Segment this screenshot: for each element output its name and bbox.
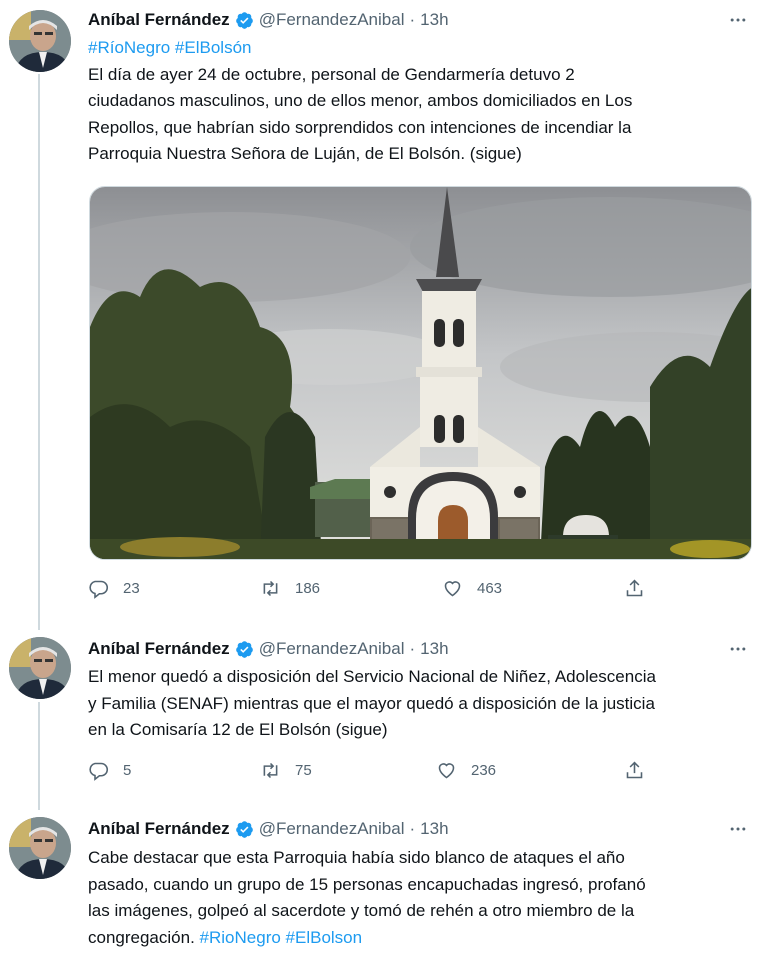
like-button[interactable]: 463	[442, 578, 502, 599]
reply-icon	[89, 762, 109, 781]
hashtag-link[interactable]: #RíoNegro #ElBolsón	[88, 35, 738, 62]
share-button[interactable]	[624, 578, 659, 599]
more-options-icon[interactable]	[724, 637, 752, 661]
separator-dot: ·	[409, 819, 416, 838]
text-line: ciudadanos masculinos, uno de ellos meno…	[88, 91, 633, 110]
separator-dot: ·	[409, 639, 416, 658]
retweet-button[interactable]: 75	[260, 760, 312, 781]
like-button[interactable]: 236	[436, 760, 496, 781]
reply-button[interactable]: 5	[88, 760, 131, 781]
author-name[interactable]: Aníbal Fernández	[88, 819, 230, 839]
text-line: en la Comisaría 12 de El Bolsón (sigue)	[88, 720, 388, 739]
text-line: congregación. #RioNegro #ElBolson	[88, 925, 738, 952]
text-line: Repollos, que habrían sido sorprendidos …	[88, 117, 632, 137]
text-line: pasado, cuando un grupo de 15 personas e…	[88, 874, 646, 894]
text-line: El día de ayer 24 de octubre, personal d…	[88, 64, 575, 84]
tweet-3[interactable]: Aníbal Fernández @FernandezAnibal · 13h …	[0, 812, 768, 961]
avatar[interactable]	[9, 637, 71, 699]
tweet-actions: 5 75 236	[88, 760, 648, 784]
tweet-text: Cabe destacar que esta Parroquia había s…	[88, 845, 738, 951]
retweet-count: 75	[295, 762, 312, 779]
tweet-header: Aníbal Fernández @FernandezAnibal · 13h	[88, 637, 752, 661]
timestamp[interactable]: 13h	[420, 639, 448, 659]
like-icon	[444, 581, 461, 597]
tweet-text: #RíoNegro #ElBolsón El día de ayer 24 de…	[88, 35, 738, 168]
retweet-icon	[263, 762, 278, 779]
like-icon	[438, 763, 455, 779]
reply-count: 23	[123, 580, 140, 597]
share-button[interactable]	[624, 760, 659, 781]
text-line: las imágenes, golpeó al sacerdote y tomó…	[88, 901, 635, 920]
share-icon	[626, 761, 643, 779]
retweet-count: 186	[295, 580, 321, 597]
text-line: Cabe destacar que esta Parroquia había s…	[88, 848, 625, 867]
author-name[interactable]: Aníbal Fernández	[88, 10, 230, 30]
text-line: y Familia (SENAF) mientras que el mayor …	[88, 693, 655, 713]
hashtag-link[interactable]: #RioNegro #ElBolson	[200, 928, 363, 947]
tweet-1[interactable]: Aníbal Fernández @FernandezAnibal · 13h …	[0, 0, 768, 615]
reply-count: 5	[123, 762, 132, 779]
tweet-header: Aníbal Fernández @FernandezAnibal · 13h	[88, 817, 752, 841]
timestamp[interactable]: 13h	[420, 10, 448, 30]
tweet-actions: 23 186 463	[88, 578, 648, 602]
more-options-icon[interactable]	[724, 8, 752, 32]
reply-icon	[89, 580, 109, 599]
tweet-text: El menor quedó a disposición del Servici…	[88, 664, 738, 744]
avatar[interactable]	[9, 10, 71, 72]
church-photo[interactable]	[89, 186, 752, 560]
author-handle[interactable]: @FernandezAnibal	[259, 10, 405, 30]
verified-badge-icon	[235, 820, 254, 839]
share-icon	[626, 579, 643, 597]
retweet-button[interactable]: 186	[260, 578, 320, 599]
timestamp[interactable]: 13h	[420, 819, 448, 839]
more-options-icon[interactable]	[724, 817, 752, 841]
like-count: 236	[471, 762, 497, 779]
like-count: 463	[477, 580, 503, 597]
retweet-icon	[263, 580, 278, 597]
text-segment: congregación.	[88, 927, 195, 947]
separator-dot: ·	[409, 10, 416, 29]
tweet-2[interactable]: Aníbal Fernández @FernandezAnibal · 13h …	[0, 630, 768, 810]
reply-button[interactable]: 23	[88, 578, 140, 599]
text-line: El menor quedó a disposición del Servici…	[88, 667, 656, 686]
author-handle[interactable]: @FernandezAnibal	[259, 639, 405, 659]
avatar[interactable]	[9, 817, 71, 879]
tweet-header: Aníbal Fernández @FernandezAnibal · 13h	[88, 8, 752, 32]
verified-badge-icon	[235, 11, 254, 30]
verified-badge-icon	[235, 640, 254, 659]
author-name[interactable]: Aníbal Fernández	[88, 639, 230, 659]
text-line: Parroquia Nuestra Señora de Luján, de El…	[88, 144, 522, 163]
author-handle[interactable]: @FernandezAnibal	[259, 819, 405, 839]
